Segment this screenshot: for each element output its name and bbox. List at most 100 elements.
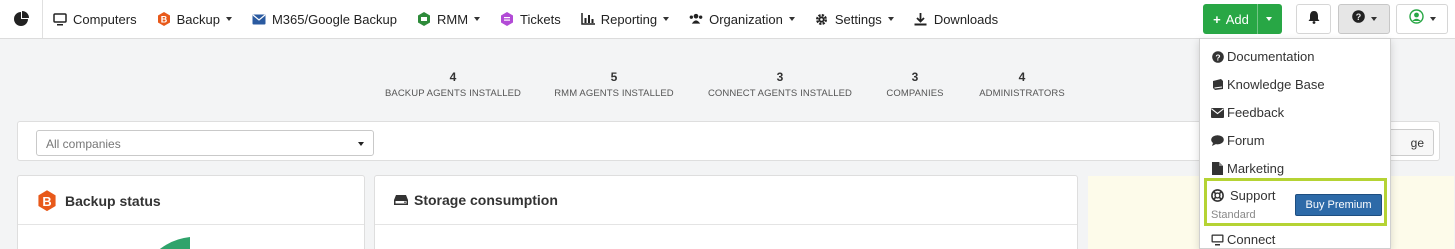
help-dropdown-menu: ? Documentation Knowledge Base Feedback … xyxy=(1199,38,1391,249)
nav-m365-label: M365/Google Backup xyxy=(271,11,397,27)
add-button-divider xyxy=(1256,4,1258,34)
menu-item-label: Documentation xyxy=(1227,49,1315,64)
menu-item-knowledge-base[interactable]: Knowledge Base xyxy=(1211,77,1325,92)
menu-item-documentation[interactable]: ? Documentation xyxy=(1211,49,1314,64)
chevron-down-icon xyxy=(788,17,795,21)
nav-organization[interactable]: Organization xyxy=(679,0,805,38)
stat-administrators: 4 ADMINISTRATORS xyxy=(976,70,1068,99)
help-menu-button[interactable]: ? xyxy=(1338,4,1390,34)
support-tier: Standard xyxy=(1211,209,1256,221)
book-icon xyxy=(1211,78,1224,91)
card-divider xyxy=(18,224,364,225)
stat-rmm-agents: 5 RMM AGENTS INSTALLED xyxy=(552,70,676,99)
top-navbar: Computers B Backup M365/Google Backup RM… xyxy=(0,0,1455,39)
nav-reporting[interactable]: Reporting xyxy=(571,0,679,38)
storage-consumption-title: Storage consumption xyxy=(394,192,558,208)
nav-rmm[interactable]: RMM xyxy=(407,0,490,38)
menu-item-label: Forum xyxy=(1227,133,1265,148)
stat-label: ADMINISTRATORS xyxy=(979,88,1065,99)
menu-item-feedback[interactable]: Feedback xyxy=(1211,105,1284,120)
user-menu-button[interactable] xyxy=(1396,4,1448,34)
menu-item-marketing[interactable]: Marketing xyxy=(1211,161,1284,176)
monitor-icon xyxy=(1211,233,1224,246)
stat-backup-agents: 4 BACKUP AGENTS INSTALLED xyxy=(384,70,522,99)
chevron-down-icon xyxy=(225,17,232,21)
rmm-icon xyxy=(417,12,431,26)
chevron-down-icon xyxy=(1370,17,1377,21)
stat-value: 3 xyxy=(776,70,784,84)
logo-icon[interactable] xyxy=(0,0,43,38)
menu-item-forum[interactable]: Forum xyxy=(1211,133,1265,148)
question-circle-icon: ? xyxy=(1211,50,1224,63)
nav-computers[interactable]: Computers xyxy=(43,0,147,38)
menu-item-label: Feedback xyxy=(1227,105,1285,120)
nav-computers-label: Computers xyxy=(73,11,137,27)
notifications-button[interactable] xyxy=(1296,4,1331,34)
stat-value: 4 xyxy=(1018,70,1026,84)
stat-value: 3 xyxy=(911,70,919,84)
stat-label: COMPANIES xyxy=(886,88,944,99)
add-button[interactable]: + Add xyxy=(1203,4,1282,34)
envelope-icon xyxy=(1211,106,1224,119)
chevron-down-icon xyxy=(1265,17,1272,21)
company-select[interactable]: All companies xyxy=(36,130,374,156)
file-icon xyxy=(1211,162,1224,175)
buy-premium-button[interactable]: Buy Premium xyxy=(1295,194,1382,216)
nav-backup[interactable]: B Backup xyxy=(147,0,242,38)
chevron-down-icon xyxy=(887,17,894,21)
download-icon xyxy=(914,12,928,26)
stat-value: 4 xyxy=(449,70,457,84)
gear-icon xyxy=(815,12,829,26)
support-label: Support xyxy=(1230,188,1276,203)
company-select-value: All companies xyxy=(46,137,121,151)
question-circle-icon: ? xyxy=(1351,10,1365,28)
support-name: Support xyxy=(1211,188,1276,203)
bar-chart-icon xyxy=(580,12,595,26)
bell-icon xyxy=(1308,10,1320,29)
chevron-down-icon xyxy=(663,17,670,21)
svg-text:?: ? xyxy=(1355,12,1361,22)
nav-rmm-label: RMM xyxy=(436,11,469,27)
svg-text:B: B xyxy=(160,15,167,25)
menu-item-label: Knowledge Base xyxy=(1227,77,1325,92)
monitor-icon xyxy=(53,12,67,26)
stat-label: CONNECT AGENTS INSTALLED xyxy=(707,88,853,99)
backup-icon: B xyxy=(157,12,171,26)
user-circle-icon xyxy=(1408,9,1424,29)
storage-consumption-card: Storage consumption xyxy=(374,175,1078,249)
nav-tickets-label: Tickets xyxy=(520,11,561,27)
tickets-icon xyxy=(500,12,514,26)
nav-organization-label: Organization xyxy=(709,11,783,27)
add-button-label: Add xyxy=(1225,11,1249,27)
nav-settings[interactable]: Settings xyxy=(805,0,904,38)
backup-status-chart xyxy=(159,237,190,249)
manage-button[interactable]: ge xyxy=(1384,129,1434,156)
envelope-icon xyxy=(252,12,266,26)
users-icon xyxy=(689,12,703,26)
nav-downloads-label: Downloads xyxy=(933,11,999,27)
stat-label: RMM AGENTS INSTALLED xyxy=(554,88,674,99)
storage-consumption-label: Storage consumption xyxy=(414,192,558,208)
nav-tickets[interactable]: Tickets xyxy=(490,0,571,38)
manage-button-label: ge xyxy=(1410,135,1424,150)
chevron-down-icon xyxy=(474,17,481,21)
menu-item-label: Connect xyxy=(1227,232,1276,247)
menu-item-connect[interactable]: Connect xyxy=(1211,232,1275,247)
menu-item-label: Marketing xyxy=(1227,161,1285,176)
backup-status-label: Backup status xyxy=(65,193,161,209)
nav-reporting-label: Reporting xyxy=(600,11,658,27)
life-ring-icon xyxy=(1211,189,1224,202)
support-menu-item[interactable]: Support Standard Buy Premium xyxy=(1204,178,1387,226)
stat-label: BACKUP AGENTS INSTALLED xyxy=(384,88,522,99)
nav-m365-google-backup[interactable]: M365/Google Backup xyxy=(242,0,407,38)
nav-downloads[interactable]: Downloads xyxy=(904,0,1008,38)
svg-text:?: ? xyxy=(1215,52,1220,62)
card-divider xyxy=(375,224,1077,225)
main-menu: Computers B Backup M365/Google Backup RM… xyxy=(43,0,1008,38)
hdd-icon xyxy=(394,194,408,206)
stat-value: 5 xyxy=(610,70,618,84)
comment-icon xyxy=(1211,134,1224,147)
stat-connect-agents: 3 CONNECT AGENTS INSTALLED xyxy=(706,70,854,99)
chevron-down-icon xyxy=(358,142,364,146)
backup-status-card: B Backup status xyxy=(17,175,365,249)
